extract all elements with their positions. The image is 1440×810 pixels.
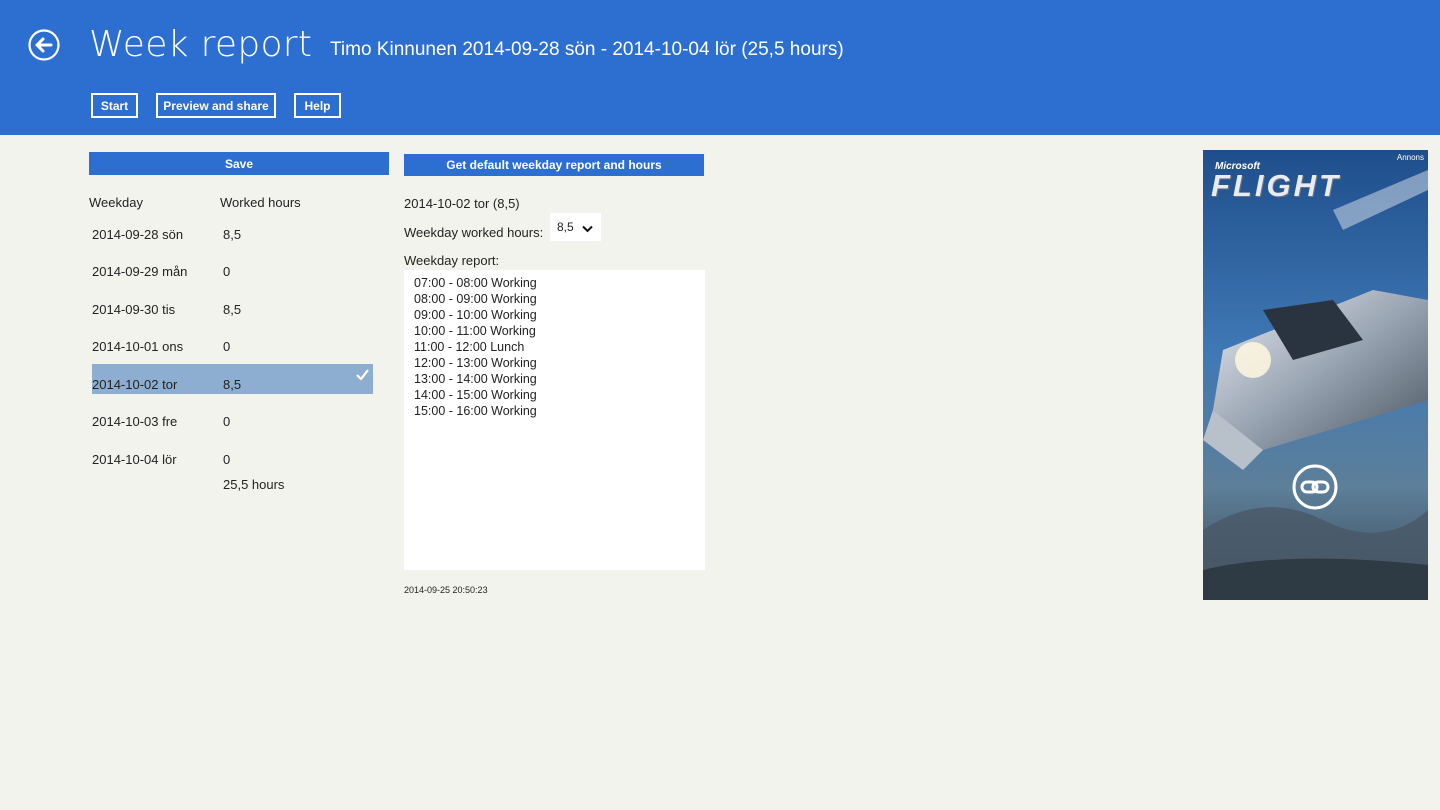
- page-title: Week report: [89, 24, 313, 65]
- weekday-hours: 0: [223, 339, 231, 354]
- weekday-hours: 0: [223, 414, 231, 429]
- save-button[interactable]: Save: [89, 152, 389, 175]
- total-hours: 25,5 hours: [223, 477, 285, 492]
- weekday-column-header: Weekday: [89, 195, 143, 210]
- chevron-down-icon: [582, 222, 593, 236]
- weekday-date: 2014-10-04 lör: [92, 452, 177, 467]
- report-subtitle: Timo Kinnunen 2014-09-28 sön - 2014-10-0…: [330, 39, 844, 60]
- weekday-hours: 8,5: [223, 227, 242, 242]
- worked-hours-label: Weekday worked hours:: [404, 225, 544, 240]
- back-button[interactable]: [28, 29, 60, 61]
- weekday-row[interactable]: 2014-10-01 ons 0: [92, 330, 373, 360]
- report-line: 15:00 - 16:00 Working: [414, 404, 537, 418]
- link-icon: [1292, 464, 1338, 510]
- weekday-row[interactable]: 2014-10-03 fre 0: [92, 405, 373, 435]
- report-line: 07:00 - 08:00 Working: [414, 276, 537, 290]
- checkmark-icon: [356, 367, 369, 383]
- weekday-hours: 8,5: [223, 377, 242, 392]
- advertisement-banner[interactable]: Microsoft FLIGHT Annons: [1203, 150, 1428, 600]
- worked-hours-dropdown[interactable]: 8,5: [550, 213, 601, 241]
- report-line: 13:00 - 14:00 Working: [414, 372, 537, 386]
- back-arrow-icon: [28, 29, 60, 61]
- weekday-hours: 8,5: [223, 302, 242, 317]
- weekday-date: 2014-09-28 sön: [92, 227, 184, 242]
- weekday-date: 2014-09-30 tis: [92, 302, 176, 317]
- start-button[interactable]: Start: [91, 93, 138, 118]
- weekday-row[interactable]: 2014-09-30 tis 8,5: [92, 293, 373, 323]
- report-line: 12:00 - 13:00 Working: [414, 356, 537, 370]
- saved-timestamp: 2014-09-25 20:50:23: [404, 585, 488, 595]
- weekday-hours: 0: [223, 452, 231, 467]
- report-line: 10:00 - 11:00 Working: [414, 324, 536, 338]
- app-header: Week report Timo Kinnunen 2014-09-28 sön…: [0, 0, 1440, 135]
- weekday-date: 2014-09-29 mån: [92, 264, 188, 279]
- worked-hours-value: 8,5: [557, 220, 574, 234]
- report-line: 11:00 - 12:00 Lunch: [414, 340, 525, 354]
- weekday-row[interactable]: 2014-10-04 lör 0: [92, 443, 373, 473]
- weekday-report-textarea[interactable]: 07:00 - 08:00 Working 08:00 - 09:00 Work…: [404, 270, 705, 570]
- weekday-row-selected[interactable]: 2014-10-02 tor 8,5: [92, 364, 373, 394]
- weekday-report-label: Weekday report:: [404, 253, 500, 268]
- ad-badge: Annons: [1396, 153, 1424, 162]
- weekday-date: 2014-10-03 fre: [92, 414, 178, 429]
- report-line: 14:00 - 15:00 Working: [414, 388, 537, 402]
- ad-title-text: FLIGHT: [1211, 168, 1341, 203]
- worked-hours-column-header: Worked hours: [220, 195, 301, 210]
- weekday-row[interactable]: 2014-09-28 sön 8,5: [92, 218, 373, 248]
- report-line: 08:00 - 09:00 Working: [414, 292, 537, 306]
- weekday-hours: 0: [223, 264, 231, 279]
- weekday-row[interactable]: 2014-09-29 mån 0: [92, 255, 373, 285]
- get-default-report-button[interactable]: Get default weekday report and hours: [404, 154, 704, 176]
- weekday-date: 2014-10-01 ons: [92, 339, 184, 354]
- selected-day-label: 2014-10-02 tor (8,5): [404, 196, 520, 211]
- help-button[interactable]: Help: [294, 93, 341, 118]
- ad-artwork-image: [1203, 150, 1428, 600]
- weekday-date: 2014-10-02 tor: [92, 377, 178, 392]
- report-line: 09:00 - 10:00 Working: [414, 308, 537, 322]
- preview-share-button[interactable]: Preview and share: [156, 93, 276, 118]
